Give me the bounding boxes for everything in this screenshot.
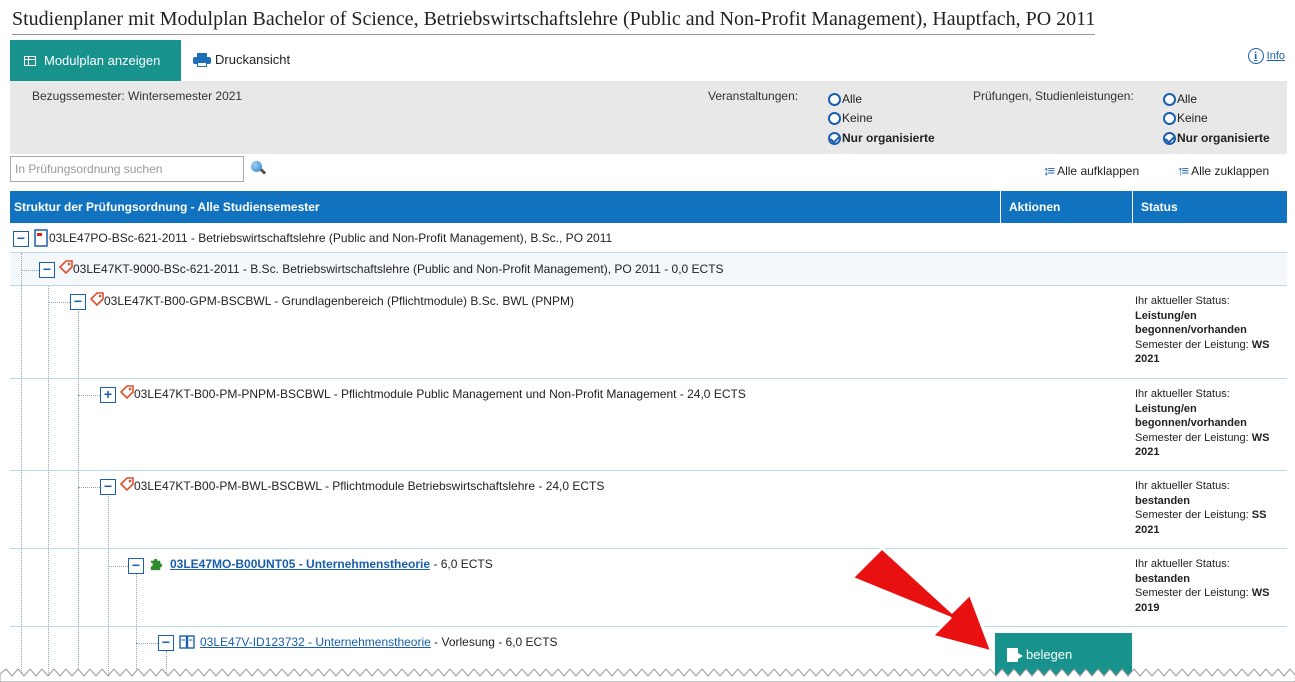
torn-edge — [0, 668, 1295, 682]
status-cell: Ihr aktueller Status: bestanden Semester… — [1135, 558, 1270, 614]
collapse-toggle[interactable]: − — [70, 294, 86, 310]
filter-bar: Bezugssemester: Wintersemester 2021 Vera… — [10, 81, 1287, 154]
collapse-toggle[interactable]: − — [39, 262, 55, 278]
status-cell: Ihr aktueller Status: bestanden Semester… — [1135, 480, 1267, 536]
pruefungen-radio-keine[interactable]: Keine — [1163, 111, 1208, 125]
bezugssemester-text: Bezugssemester: Wintersemester 2021 — [32, 89, 243, 103]
header-structure: Struktur der Prüfungsordnung - Alle Stud… — [14, 200, 320, 214]
modulplan-anzeigen-label: Modulplan anzeigen — [44, 53, 161, 68]
status-cell: Ihr aktueller Status: Leistung/en begonn… — [1135, 388, 1270, 458]
veranstaltungen-radio-alle[interactable]: Alle — [828, 92, 862, 106]
search-input[interactable] — [10, 156, 244, 182]
pruefungen-label: Prüfungen, Studienleistungen: — [973, 89, 1134, 103]
tag-icon — [120, 477, 134, 491]
row-text: 03LE47KT-B00-GPM-BSCBWL - Grundlagenbere… — [104, 294, 574, 308]
printer-icon — [193, 52, 211, 67]
page-title: Studienplaner mit Modulplan Bachelor of … — [12, 8, 1096, 35]
table-header: Struktur der Prüfungsordnung - Alle Stud… — [10, 191, 1287, 223]
tree-row: + 03LE47KT-B00-PM-PNPM-BSCBWL - Pflichtm… — [10, 379, 1287, 471]
row-text: 03LE47V-ID123732 - Unternehmenstheorie -… — [200, 635, 558, 649]
veranstaltungen-label: Veranstaltungen: — [708, 89, 799, 103]
tag-icon — [90, 292, 104, 306]
header-status: Status — [1132, 191, 1178, 223]
pruefungen-radio-nur-organisierte[interactable]: Nur organisierte — [1163, 131, 1270, 145]
collapse-toggle[interactable]: − — [100, 479, 116, 495]
info-link[interactable]: i Info — [1247, 48, 1285, 64]
tree-row: − 03LE47KT-9000-BSc-621-2011 - B.Sc. Bet… — [10, 253, 1287, 286]
veranstaltungen-radio-nur-organisierte[interactable]: Nur organisierte — [828, 131, 935, 145]
tree-row: − 03LE47KT-B00-PM-BWL-BSCBWL - Pflichtmo… — [10, 471, 1287, 549]
druckansicht-button[interactable]: Druckansicht — [193, 52, 290, 67]
tag-icon — [59, 260, 73, 274]
info-icon: i — [1247, 48, 1264, 64]
tree-row: − 03LE47MO-B00UNT05 - Unternehmenstheori… — [10, 549, 1287, 627]
collapse-toggle[interactable]: − — [128, 558, 144, 574]
expand-all-icon: ↕≡ — [1043, 163, 1055, 178]
collapse-toggle[interactable]: − — [158, 635, 174, 651]
toolbar: Modulplan anzeigen Druckansicht i Info — [10, 40, 1287, 81]
grid-icon — [24, 55, 36, 66]
tag-icon — [120, 385, 134, 399]
row-text: 03LE47PO-BSc-621-2011 - Betriebswirtscha… — [49, 231, 613, 245]
collapse-all-icon: ↑≡ — [1177, 163, 1189, 178]
expand-toggle[interactable]: + — [100, 387, 116, 403]
info-label: Info — [1266, 50, 1285, 62]
veranstaltungen-radio-keine[interactable]: Keine — [828, 111, 873, 125]
row-text: 03LE47KT-B00-PM-PNPM-BSCBWL - Pflichtmod… — [134, 387, 746, 401]
row-text: 03LE47KT-9000-BSc-621-2011 - B.Sc. Betri… — [73, 262, 724, 276]
search-row: ↕≡ Alle aufklappen ↑≡ Alle zuklappen — [10, 155, 1287, 187]
module-link[interactable]: 03LE47MO-B00UNT05 - Unternehmenstheorie — [170, 557, 430, 571]
tree-row: − 03LE47KT-B00-GPM-BSCBWL - Grundlagenbe… — [10, 286, 1287, 379]
row-text: 03LE47KT-B00-PM-BWL-BSCBWL - Pflichtmodu… — [134, 479, 605, 493]
course-link[interactable]: 03LE47V-ID123732 - Unternehmenstheorie — [200, 635, 431, 649]
book-icon — [179, 635, 195, 649]
row-text: 03LE47MO-B00UNT05 - Unternehmenstheorie … — [170, 557, 493, 571]
modulplan-anzeigen-button[interactable]: Modulplan anzeigen — [10, 40, 181, 81]
red-arrow-annotation — [850, 546, 994, 654]
belegen-label: belegen — [1026, 647, 1073, 662]
pruefungen-radio-alle[interactable]: Alle — [1163, 92, 1197, 106]
druckansicht-label: Druckansicht — [215, 52, 291, 67]
search-icon[interactable] — [251, 161, 267, 175]
puzzle-icon — [150, 558, 163, 571]
collapse-all-link[interactable]: ↑≡ Alle zuklappen — [1177, 163, 1269, 178]
tree-row: − 03LE47PO-BSc-621-2011 - Betriebswirtsc… — [10, 223, 1287, 253]
header-actions: Aktionen — [1000, 191, 1132, 223]
structure-table: Struktur der Prüfungsordnung - Alle Stud… — [10, 191, 1287, 677]
expand-all-link[interactable]: ↕≡ Alle aufklappen — [1043, 163, 1139, 178]
document-icon — [34, 229, 48, 247]
status-cell: Ihr aktueller Status: Leistung/en begonn… — [1135, 295, 1270, 365]
collapse-toggle[interactable]: − — [13, 231, 29, 247]
